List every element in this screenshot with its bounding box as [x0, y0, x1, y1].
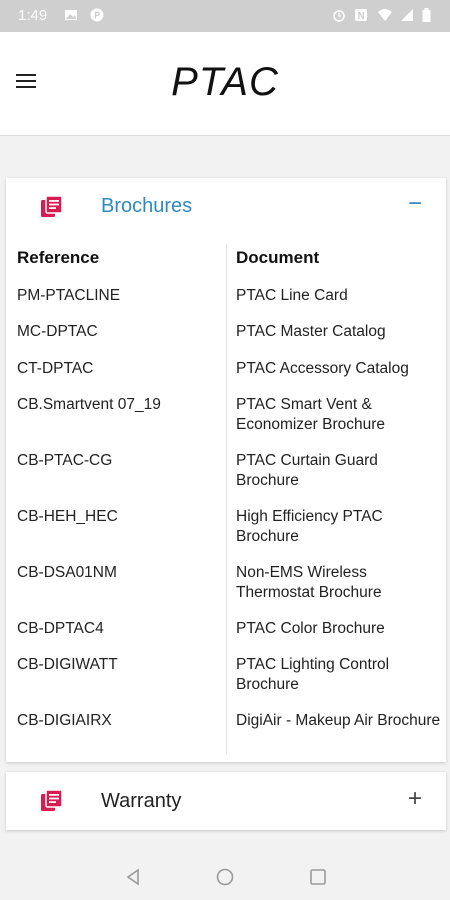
- brochures-panel: Brochures − Reference Document PM-PTACLI…: [6, 178, 446, 762]
- image-icon: [65, 10, 77, 20]
- reference-cell: MC-DPTAC: [17, 323, 98, 340]
- document-link[interactable]: PTAC Color Brochure: [236, 619, 441, 639]
- status-time: 1:49: [18, 7, 48, 24]
- document-link[interactable]: PTAC Lighting Control Brochure: [236, 655, 441, 695]
- alarm-icon: [333, 10, 345, 22]
- recents-icon[interactable]: [307, 866, 329, 888]
- reference-cell: CB-DSA01NM: [17, 564, 117, 581]
- battery-icon: [422, 8, 431, 22]
- document-icon: [41, 195, 63, 217]
- section-title-warranty: Warranty: [101, 790, 182, 812]
- document-link[interactable]: Non-EMS Wireless Thermostat Brochure: [236, 563, 441, 603]
- back-icon[interactable]: [122, 866, 144, 888]
- svg-text:P: P: [94, 11, 100, 21]
- system-nav-bar: [0, 852, 450, 900]
- reference-cell: CT-DPTAC: [17, 360, 94, 377]
- reference-cell: CB-PTAC-CG: [17, 452, 113, 469]
- expand-icon[interactable]: +: [404, 785, 426, 813]
- document-icon: [41, 789, 63, 811]
- section-title-brochures: Brochures: [101, 195, 193, 217]
- column-header-document: Document: [236, 248, 320, 267]
- reference-cell: CB-HEH_HEC: [17, 508, 118, 525]
- document-link[interactable]: PTAC Curtain Guard Brochure: [236, 451, 441, 491]
- collapse-icon[interactable]: −: [404, 190, 426, 218]
- document-link[interactable]: PTAC Master Catalog: [236, 322, 441, 342]
- parking-icon: P: [90, 8, 104, 22]
- document-link[interactable]: PTAC Line Card: [236, 286, 441, 306]
- status-bar: 1:49 P N: [0, 0, 450, 32]
- app-bar: PTAC: [0, 32, 450, 136]
- brochures-header[interactable]: Brochures −: [6, 178, 446, 236]
- document-link[interactable]: PTAC Smart Vent & Economizer Brochure: [236, 395, 441, 435]
- signal-icon: [401, 9, 413, 21]
- document-link[interactable]: DigiAir - Makeup Air Brochure: [236, 711, 441, 731]
- column-header-reference: Reference: [17, 248, 100, 267]
- warranty-panel: Warranty +: [6, 772, 446, 830]
- page-title: PTAC: [171, 60, 279, 104]
- reference-cell: CB.Smartvent 07_19: [17, 396, 161, 413]
- column-divider: [226, 244, 227, 754]
- document-link[interactable]: High Efficiency PTAC Brochure: [236, 507, 441, 547]
- document-link[interactable]: PTAC Accessory Catalog: [236, 359, 441, 379]
- svg-text:N: N: [358, 11, 365, 22]
- reference-cell: CB-DIGIWATT: [17, 656, 118, 673]
- warranty-header[interactable]: Warranty +: [6, 772, 446, 830]
- home-icon[interactable]: [214, 866, 236, 888]
- reference-cell: CB-DIGIAIRX: [17, 712, 112, 729]
- nfc-icon: N: [355, 9, 367, 22]
- reference-cell: PM-PTACLINE: [17, 287, 121, 304]
- reference-cell: CB-DPTAC4: [17, 620, 104, 637]
- wifi-icon: [378, 9, 392, 21]
